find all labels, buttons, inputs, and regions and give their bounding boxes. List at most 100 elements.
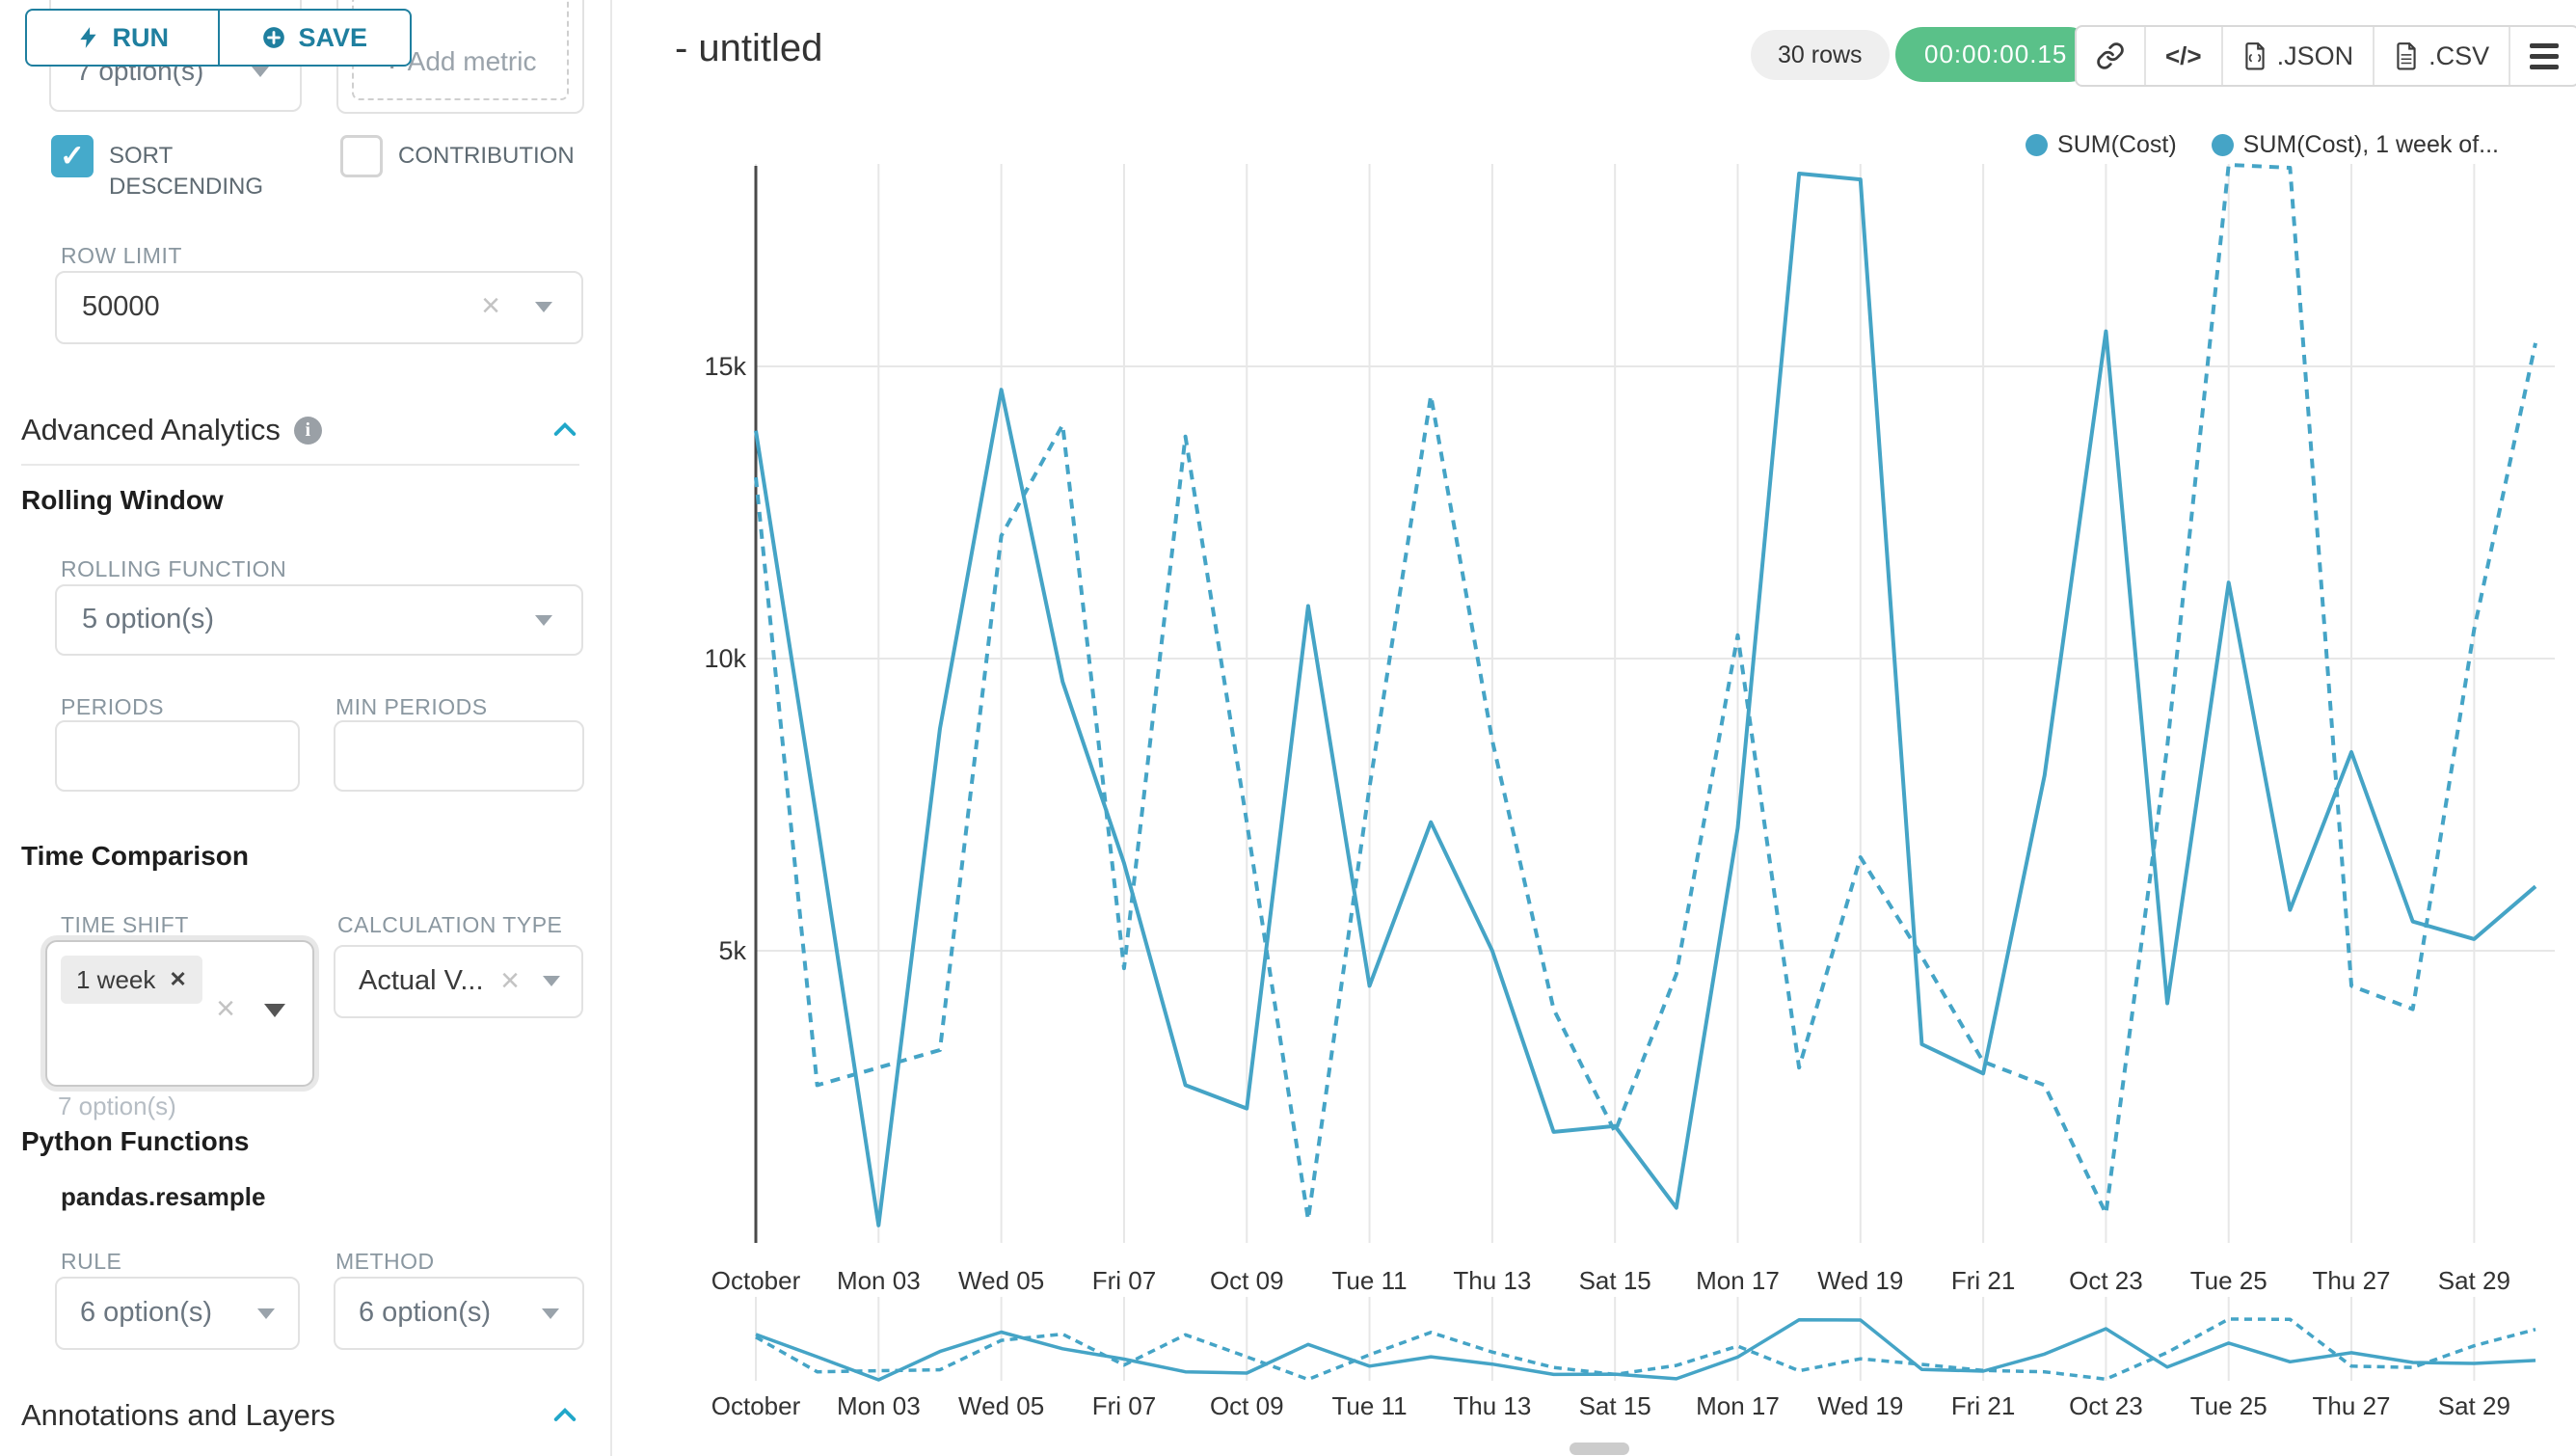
contribution-checkbox[interactable]: [340, 135, 383, 177]
mini-x-tick-label: Thu 13: [1453, 1391, 1531, 1420]
clear-icon[interactable]: ×: [481, 289, 500, 322]
annotations-layers-title: Annotations and Layers: [21, 1398, 335, 1433]
contribution-label: CONTRIBUTION: [398, 135, 575, 172]
min-periods-input[interactable]: [334, 720, 584, 792]
run-button[interactable]: RUN: [27, 11, 220, 65]
tag-remove-icon[interactable]: ✕: [169, 967, 186, 992]
mini-x-tick-label: Wed 19: [1817, 1391, 1903, 1420]
export-csv-label: .CSV: [2428, 41, 2489, 71]
x-tick-label: Mon 17: [1696, 1266, 1780, 1295]
rows-count-badge: 30 rows: [1751, 30, 1890, 80]
python-functions-title: Python Functions: [21, 1126, 249, 1157]
mini-series-line-offset: [756, 1319, 2536, 1380]
advanced-analytics-header[interactable]: Advanced Analytics i: [21, 413, 580, 447]
y-tick-label: 10k: [704, 644, 746, 673]
copy-link-button[interactable]: [2077, 27, 2146, 85]
chevron-down-icon[interactable]: [264, 1004, 285, 1017]
min-periods-label: MIN PERIODS: [335, 694, 488, 720]
rolling-function-label: ROLLING FUNCTION: [61, 556, 286, 582]
x-tick-label: Tue 25: [2190, 1266, 2267, 1295]
check-icon: ✓: [60, 139, 85, 174]
chevron-down-icon: [535, 302, 552, 312]
x-tick-label: Wed 05: [958, 1266, 1044, 1295]
sort-descending-label: SORT DESCENDING: [109, 135, 244, 203]
run-label: RUN: [113, 23, 170, 53]
x-tick-label: Tue 11: [1332, 1266, 1408, 1295]
code-icon: </>: [2165, 41, 2202, 71]
embed-code-button[interactable]: </>: [2146, 27, 2223, 85]
method-value: 6 option(s): [359, 1297, 491, 1329]
rolling-function-select[interactable]: 5 option(s): [55, 584, 583, 656]
mini-x-tick-label: Tue 25: [2190, 1391, 2267, 1420]
mini-x-tick-label: Oct 09: [1210, 1391, 1284, 1420]
legend-dot-icon: [2026, 134, 2048, 156]
x-tick-label: Oct 09: [1210, 1266, 1284, 1295]
clear-icon[interactable]: ×: [216, 992, 235, 1025]
file-json-icon: [2242, 41, 2267, 70]
mini-x-tick-label: Wed 05: [958, 1391, 1044, 1420]
legend-dot-icon: [2212, 134, 2234, 156]
query-timer-badge: 00:00:00.15: [1895, 27, 2096, 82]
link-icon: [2096, 41, 2125, 70]
mini-x-tick-label: Oct 23: [2069, 1391, 2143, 1420]
calculation-type-select[interactable]: Actual V... ×: [334, 945, 583, 1018]
hamburger-icon: [2530, 43, 2559, 69]
rule-value: 6 option(s): [80, 1297, 212, 1329]
x-tick-label: Thu 27: [2313, 1266, 2391, 1295]
save-button[interactable]: SAVE: [220, 11, 411, 65]
run-save-bar: RUN SAVE: [25, 9, 412, 67]
advanced-analytics-title: Advanced Analytics: [21, 413, 281, 447]
sort-descending-checkbox[interactable]: ✓: [51, 135, 94, 177]
mini-x-tick-label: Fri 21: [1951, 1391, 2015, 1420]
row-limit-value: 50000: [82, 291, 160, 323]
chart-title[interactable]: - untitled: [675, 27, 822, 70]
clear-icon[interactable]: ×: [500, 964, 520, 997]
method-select[interactable]: 6 option(s): [334, 1277, 584, 1350]
chevron-up-icon[interactable]: [550, 415, 580, 445]
time-shift-select[interactable]: 1 week ✕ ×: [45, 940, 314, 1087]
x-tick-label: October: [711, 1266, 801, 1295]
legend-label: SUM(Cost), 1 week of...: [2243, 131, 2499, 159]
y-tick-label: 5k: [718, 936, 746, 965]
periods-input[interactable]: [55, 720, 300, 792]
x-tick-label: Mon 03: [837, 1266, 921, 1295]
chevron-down-icon: [535, 615, 552, 626]
mini-series-line: [756, 1320, 2536, 1380]
horizontal-scrollbar-thumb[interactable]: [1570, 1443, 1629, 1455]
legend-item[interactable]: SUM(Cost), 1 week of...: [2212, 131, 2499, 159]
pandas-resample-label: pandas.resample: [61, 1182, 265, 1212]
rolling-window-title: Rolling Window: [21, 485, 224, 516]
export-csv-button[interactable]: .CSV: [2375, 27, 2510, 85]
time-shift-tag-label: 1 week: [76, 965, 155, 995]
chevron-down-icon: [542, 1308, 559, 1319]
chevron-down-icon: [543, 976, 560, 986]
series-line: [756, 174, 2536, 1226]
rule-select[interactable]: 6 option(s): [55, 1277, 300, 1350]
chevron-up-icon[interactable]: [550, 1400, 580, 1431]
x-tick-label: Thu 13: [1453, 1266, 1531, 1295]
mini-x-tick-label: Tue 11: [1332, 1391, 1408, 1420]
file-csv-icon: [2394, 41, 2419, 70]
export-json-button[interactable]: .JSON: [2223, 27, 2375, 85]
mini-x-tick-label: Thu 27: [2313, 1391, 2391, 1420]
plus-circle-icon: [261, 25, 286, 50]
periods-label: PERIODS: [61, 694, 164, 720]
x-tick-label: Oct 23: [2069, 1266, 2143, 1295]
export-json-label: .JSON: [2277, 41, 2354, 71]
legend-item[interactable]: SUM(Cost): [2026, 131, 2177, 159]
annotations-layers-header[interactable]: Annotations and Layers: [21, 1398, 580, 1433]
x-tick-label: Fri 07: [1092, 1266, 1156, 1295]
export-toolbar: </> .JSON .CSV: [2075, 25, 2576, 87]
x-tick-label: Sat 29: [2438, 1266, 2510, 1295]
method-label: METHOD: [335, 1249, 435, 1275]
chart-menu-button[interactable]: [2510, 27, 2576, 85]
save-label: SAVE: [298, 23, 367, 53]
mini-x-tick-label: Fri 07: [1092, 1391, 1156, 1420]
row-limit-select[interactable]: 50000 ×: [55, 271, 583, 344]
time-shift-label: TIME SHIFT: [61, 912, 189, 938]
control-panel: 7 option(s) + Add metric ✓ SORT DESCENDI…: [0, 0, 610, 1456]
x-tick-label: Fri 21: [1951, 1266, 2015, 1295]
info-icon: i: [294, 417, 322, 445]
calculation-type-value: Actual V...: [359, 965, 484, 997]
mini-x-tick-label: Sat 15: [1579, 1391, 1651, 1420]
